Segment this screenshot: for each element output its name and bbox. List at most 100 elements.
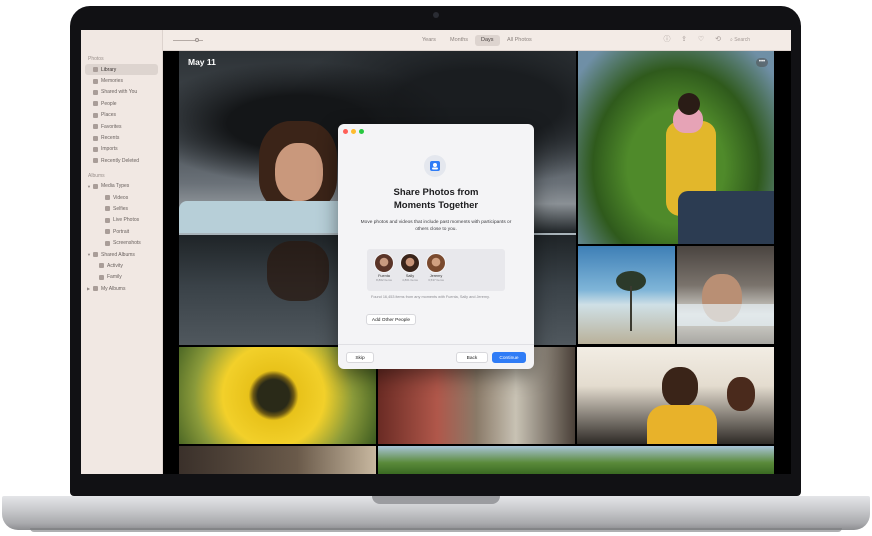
continue-button[interactable]: Continue — [492, 352, 526, 363]
photo-beach-trees[interactable] — [578, 246, 675, 344]
folder-icon — [93, 183, 98, 189]
import-icon — [93, 146, 98, 152]
sidebar-item-label: Activity — [107, 262, 123, 269]
sidebar-item-label: People — [101, 100, 117, 107]
sidebar-item-screenshots[interactable]: Screenshots — [85, 237, 158, 248]
search-field[interactable]: ⌕ Search — [726, 35, 782, 46]
zoom-slider-knob[interactable] — [195, 38, 199, 42]
dialog-description: Move photos and videos that include past… — [360, 220, 512, 232]
people-card: Fuenta 8,862 Items Sally 4,861 Items Jer… — [367, 249, 505, 291]
sidebar-item-label: Imports — [101, 146, 118, 153]
laptop-notch — [372, 496, 500, 504]
chevron-down-icon[interactable]: ▼ — [87, 184, 92, 189]
girl-face — [275, 143, 323, 201]
sidebar-item-portrait[interactable]: Portrait — [85, 226, 158, 237]
sidebar-item-label: Shared Albums — [101, 251, 135, 258]
share-icon[interactable]: ⇪ — [680, 36, 688, 44]
minimize-button[interactable] — [351, 129, 356, 134]
window-glass — [677, 304, 774, 326]
photo-girl-window[interactable] — [677, 246, 774, 344]
photo-family-car[interactable] — [577, 347, 774, 444]
photo-bottom-left[interactable] — [179, 446, 376, 474]
chevron-down-icon[interactable]: ▼ — [87, 252, 92, 257]
person-fuenta[interactable]: Fuenta 8,862 Items — [372, 253, 396, 282]
sidebar-item-label: Recently Deleted — [101, 157, 140, 164]
sidebar-item-label: Screenshots — [113, 240, 141, 247]
toolbar: Years Months Days All Photos ⓘ ⇪ ♡ ⟲ ⌕ S… — [163, 30, 791, 51]
person-sally[interactable]: Sally 4,861 Items — [398, 253, 422, 282]
sidebar-item-shared-albums[interactable]: ▼ Shared Albums — [85, 249, 158, 260]
sidebar-item-people[interactable]: People — [85, 98, 158, 109]
girl-hair — [727, 377, 755, 411]
selfie-icon — [105, 206, 110, 212]
avatar — [400, 253, 420, 273]
sidebar-item-my-albums[interactable]: ▶ My Albums — [85, 283, 158, 294]
shared-album-icon — [99, 274, 104, 280]
tab-days[interactable]: Days — [475, 35, 500, 46]
person-count: 8,862 Items — [376, 278, 392, 282]
sidebar-item-favorites[interactable]: Favorites — [85, 121, 158, 132]
tree-trunk — [630, 286, 632, 331]
sidebar-item-label: Library — [101, 66, 117, 73]
person-jeremy[interactable]: Jeremy 3,537 Items — [424, 253, 448, 282]
folder-icon — [93, 252, 98, 258]
avatar — [426, 253, 446, 273]
sidebar-item-activity[interactable]: Activity — [85, 260, 158, 271]
sidebar-item-label: Live Photos — [113, 217, 140, 224]
sidebar-item-label: Places — [101, 112, 117, 119]
sidebar-item-label: Videos — [113, 194, 129, 201]
tab-years[interactable]: Years — [416, 35, 442, 46]
sidebar-item-recents[interactable]: Recents — [85, 132, 158, 143]
sidebar-item-label: My Albums — [101, 285, 126, 292]
sidebar-item-selfies[interactable]: Selfies — [85, 203, 158, 214]
avatar — [374, 253, 394, 273]
photo-girl-plants[interactable] — [578, 51, 774, 244]
screen: Photos Library Memories Shared with You … — [81, 30, 791, 474]
sidebar-item-family[interactable]: Family — [85, 272, 158, 283]
zoom-slider[interactable] — [173, 38, 203, 42]
sidebar: Photos Library Memories Shared with You … — [81, 30, 163, 474]
shared-library-icon — [424, 155, 446, 177]
rotate-icon[interactable]: ⟲ — [714, 36, 722, 44]
more-button[interactable]: ••• — [756, 58, 768, 67]
sidebar-item-label: Media Types — [101, 183, 130, 190]
close-button[interactable] — [343, 129, 348, 134]
sidebar-item-label: Portrait — [113, 228, 130, 235]
woman-hair — [662, 367, 698, 407]
photo-bottom-right[interactable] — [378, 446, 774, 474]
sidebar-item-shared-with-you[interactable]: Shared with You — [85, 87, 158, 98]
add-other-people-button[interactable]: Add Other People — [366, 314, 416, 325]
sidebar-item-videos[interactable]: Videos — [85, 192, 158, 203]
skip-button[interactable]: Skip — [346, 352, 374, 363]
sidebar-item-label: Favorites — [101, 123, 122, 130]
sidebar-section-photos: Photos — [88, 56, 104, 62]
tab-all-photos[interactable]: All Photos — [501, 35, 538, 46]
activity-icon — [99, 263, 104, 269]
chevron-right-icon[interactable]: ▶ — [87, 286, 92, 291]
share-moments-dialog: Share Photos from Moments Together Move … — [338, 124, 534, 369]
info-icon[interactable]: ⓘ — [663, 36, 671, 44]
memories-icon — [93, 78, 98, 84]
sidebar-item-label: Memories — [101, 78, 123, 85]
found-items-text: Found 16,453 items from any moments with… — [371, 295, 490, 299]
zoom-button[interactable] — [359, 129, 364, 134]
sidebar-item-memories[interactable]: Memories — [85, 75, 158, 86]
sidebar-item-label: Shared with You — [101, 89, 138, 96]
heart-icon[interactable]: ♡ — [697, 36, 705, 44]
sidebar-item-label: Recents — [101, 135, 120, 142]
video-icon — [105, 195, 110, 201]
woman-shirt — [647, 405, 717, 444]
sidebar-item-live-photos[interactable]: Live Photos — [85, 215, 158, 226]
people-icon — [93, 101, 98, 107]
sidebar-section-albums: Albums — [88, 172, 105, 179]
camera-icon — [433, 12, 439, 18]
heart-icon — [93, 124, 98, 130]
sidebar-item-recently-deleted[interactable]: Recently Deleted — [85, 155, 158, 166]
back-button[interactable]: Back — [456, 352, 488, 363]
tab-months[interactable]: Months — [444, 35, 474, 46]
sidebar-item-places[interactable]: Places — [85, 110, 158, 121]
sidebar-item-imports[interactable]: Imports — [85, 144, 158, 155]
sidebar-item-library[interactable]: Library — [85, 64, 158, 76]
sidebar-item-media-types[interactable]: ▼ Media Types — [85, 181, 158, 192]
sidebar-item-label: Selfies — [113, 205, 129, 212]
